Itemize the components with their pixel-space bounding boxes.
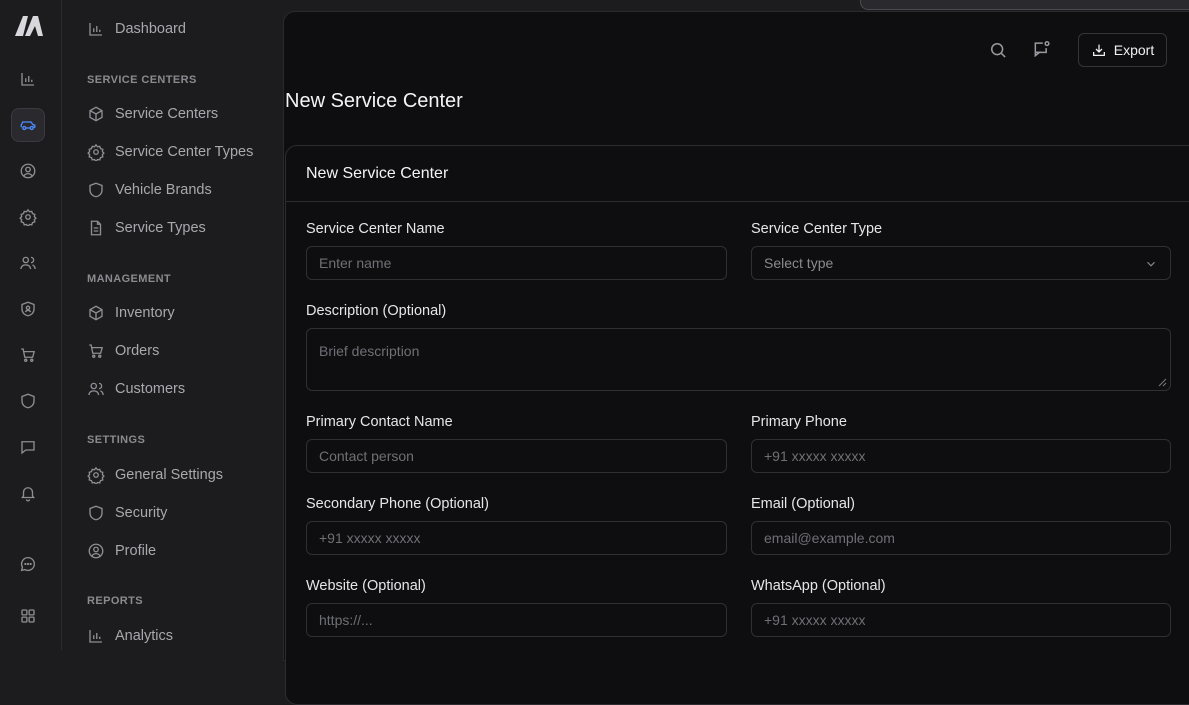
sidebar-item-label: General Settings	[115, 467, 224, 483]
primary-phone-input[interactable]	[751, 439, 1171, 473]
users-icon[interactable]	[11, 246, 45, 280]
select-value: Select type	[764, 255, 834, 271]
sidebar-item-general-settings[interactable]: General Settings	[87, 463, 223, 487]
shield-user-icon[interactable]	[11, 292, 45, 326]
sidebar-item-service-centers[interactable]: Service Centers	[87, 102, 218, 126]
section-header-management: MANAGEMENT	[87, 273, 172, 285]
chart-icon[interactable]	[11, 62, 45, 96]
export-label: Export	[1113, 42, 1155, 58]
sidebar-item-vehicle-brands[interactable]: Vehicle Brands	[87, 178, 212, 202]
chevron-down-icon	[1144, 257, 1158, 271]
sidebar-item-dashboard[interactable]: Dashboard	[87, 17, 186, 41]
car-icon[interactable]	[11, 108, 45, 142]
sidebar-item-orders[interactable]: Orders	[87, 339, 159, 363]
gear-icon[interactable]	[11, 200, 45, 234]
sidebar: Dashboard SERVICE CENTERS Service Center…	[63, 0, 283, 650]
sidebar-item-service-types[interactable]: Service Types	[87, 216, 206, 240]
sidebar-item-label: Service Centers	[115, 106, 219, 122]
shield-icon	[87, 181, 105, 199]
cart-icon	[87, 342, 105, 360]
primary-contact-name-input[interactable]	[306, 439, 727, 473]
bar-chart-icon	[87, 20, 105, 38]
bar-chart-icon	[87, 627, 105, 645]
section-header-settings: SETTINGS	[87, 434, 146, 446]
gear-icon	[87, 466, 105, 484]
email-label: Email (Optional)	[751, 496, 855, 512]
icon-rail	[0, 0, 62, 650]
message-notification-icon[interactable]	[1032, 39, 1052, 59]
download-icon	[1091, 42, 1107, 58]
sidebar-item-label: Customers	[115, 381, 186, 397]
box-icon	[87, 105, 105, 123]
sidebar-item-label: Analytics	[115, 628, 174, 644]
sidebar-item-label: Inventory	[115, 305, 175, 321]
email-field[interactable]	[751, 521, 1171, 555]
secondary-phone-label: Secondary Phone (Optional)	[306, 496, 489, 512]
whatsapp-input[interactable]	[751, 603, 1171, 637]
sidebar-item-label: Dashboard	[115, 21, 186, 37]
grid-icon[interactable]	[11, 599, 45, 633]
sidebar-item-label: Profile	[115, 543, 157, 559]
sidebar-item-customers[interactable]: Customers	[87, 377, 185, 401]
secondary-phone-input[interactable]	[306, 521, 727, 555]
message-square-icon[interactable]	[11, 430, 45, 464]
section-header-reports: REPORTS	[87, 595, 143, 607]
service-center-type-select[interactable]: Select type	[751, 246, 1171, 280]
sidebar-item-security[interactable]: Security	[87, 501, 167, 525]
box-icon	[87, 304, 105, 322]
sidebar-item-label: Service Types	[115, 220, 206, 236]
app-logo[interactable]	[13, 14, 45, 38]
sidebar-item-label: Vehicle Brands	[115, 182, 212, 198]
sidebar-item-profile[interactable]: Profile	[87, 539, 156, 563]
shield-icon[interactable]	[11, 384, 45, 418]
description-textarea[interactable]	[306, 328, 1171, 391]
document-icon	[87, 219, 105, 237]
description-label: Description (Optional)	[306, 303, 447, 319]
user-circle-icon[interactable]	[11, 154, 45, 188]
search-icon[interactable]	[988, 40, 1008, 60]
service-center-name-input[interactable]	[306, 246, 727, 280]
primary-contact-name-label: Primary Contact Name	[306, 414, 453, 430]
sidebar-item-service-center-types[interactable]: Service Center Types	[87, 140, 253, 164]
sidebar-item-inventory[interactable]: Inventory	[87, 301, 175, 325]
service-center-name-label: Service Center Name	[306, 221, 445, 237]
users-icon	[87, 380, 105, 398]
cart-icon[interactable]	[11, 338, 45, 372]
export-button[interactable]: Export	[1078, 33, 1167, 67]
overlapping-window-edge	[860, 0, 1189, 10]
website-label: Website (Optional)	[306, 578, 426, 594]
gear-icon	[87, 143, 105, 161]
sidebar-item-label: Security	[115, 505, 168, 521]
card-title: New Service Center	[286, 146, 1189, 202]
sidebar-item-analytics[interactable]: Analytics	[87, 624, 173, 648]
sidebar-item-label: Service Center Types	[115, 144, 254, 160]
shield-icon	[87, 504, 105, 522]
primary-phone-label: Primary Phone	[751, 414, 847, 430]
form-card: New Service Center Service Center Name S…	[285, 145, 1189, 705]
page-title: New Service Center	[285, 90, 463, 112]
website-input[interactable]	[306, 603, 727, 637]
sidebar-item-label: Orders	[115, 343, 160, 359]
whatsapp-label: WhatsApp (Optional)	[751, 578, 886, 594]
user-circle-icon	[87, 542, 105, 560]
main-panel: Export New Service Center New Service Ce…	[283, 11, 1189, 705]
resize-handle-icon[interactable]	[1157, 377, 1167, 387]
chat-bubble-icon[interactable]	[11, 547, 45, 581]
section-header-service-centers: SERVICE CENTERS	[87, 74, 197, 86]
service-center-type-label: Service Center Type	[751, 221, 883, 237]
bell-icon[interactable]	[11, 476, 45, 510]
